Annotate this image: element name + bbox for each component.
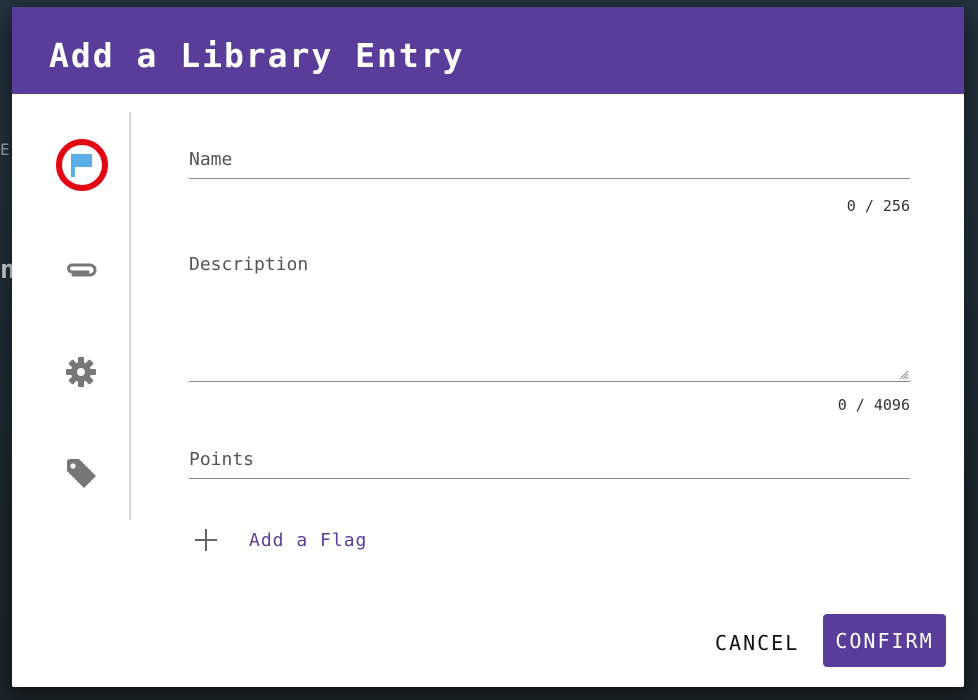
confirm-button[interactable]: CONFIRM — [823, 614, 946, 667]
resize-grip-icon[interactable] — [898, 369, 908, 379]
points-input[interactable] — [189, 449, 910, 479]
flag-icon — [71, 154, 92, 177]
rail-item-flag[interactable] — [56, 139, 108, 191]
library-entry-dialog: Add a Library Entry Name 0 / 256 Descrip… — [12, 7, 964, 687]
rail-item-attachments[interactable] — [55, 244, 107, 296]
section-rail — [12, 112, 131, 520]
plus-icon — [195, 529, 217, 551]
rail-item-tags[interactable] — [55, 448, 107, 500]
add-flag-label: Add a Flag — [249, 529, 368, 551]
name-char-counter: 0 / 256 — [846, 197, 910, 215]
description-field: 0 / 4096 — [189, 254, 910, 414]
cancel-button[interactable]: CANCEL — [705, 625, 809, 661]
gear-icon — [66, 357, 96, 387]
description-char-counter: 0 / 4096 — [837, 396, 910, 414]
tag-icon — [67, 459, 96, 488]
dialog-title: Add a Library Entry — [49, 36, 465, 75]
name-input[interactable] — [189, 149, 910, 179]
name-field: 0 / 256 — [189, 149, 910, 215]
points-field — [189, 449, 910, 479]
rail-item-settings[interactable] — [55, 346, 107, 398]
paperclip-icon — [67, 263, 97, 277]
dialog-header: Add a Library Entry — [12, 7, 964, 94]
add-flag-button[interactable]: Add a Flag — [193, 527, 367, 553]
description-input[interactable] — [189, 254, 910, 382]
background-text: E — [0, 140, 10, 159]
